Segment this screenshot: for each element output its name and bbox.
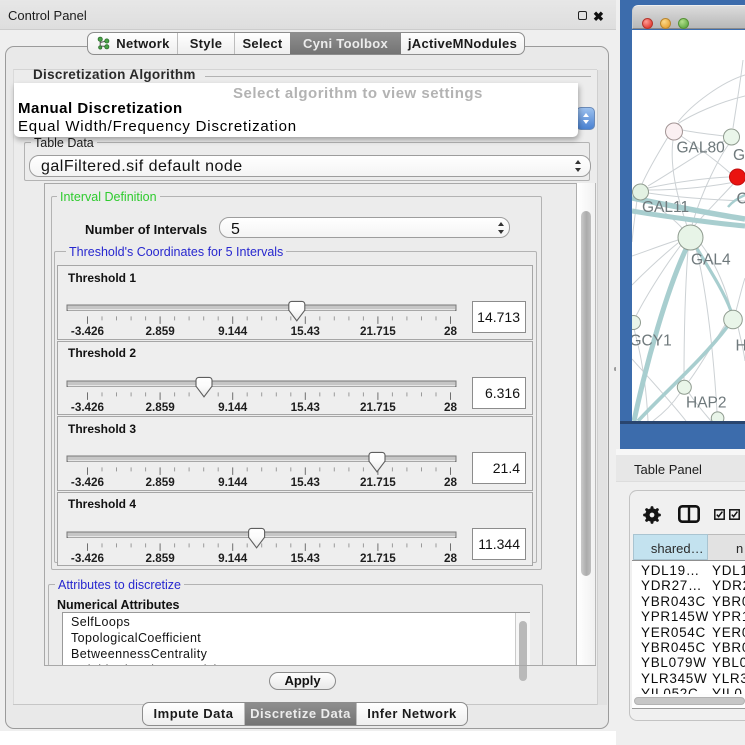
svg-text:GAL80: GAL80 bbox=[677, 140, 726, 157]
svg-text:-3.426: -3.426 bbox=[71, 552, 105, 565]
svg-text:-3.426: -3.426 bbox=[71, 325, 105, 338]
svg-text:28: 28 bbox=[444, 401, 458, 414]
svg-text:21.715: 21.715 bbox=[360, 401, 396, 414]
svg-text:-3.426: -3.426 bbox=[71, 401, 105, 414]
svg-text:H: H bbox=[736, 338, 745, 355]
svg-text:GAL11: GAL11 bbox=[642, 199, 689, 216]
svg-text:15.43: 15.43 bbox=[291, 401, 321, 414]
svg-text:HAP2: HAP2 bbox=[686, 395, 727, 412]
svg-text:2.859: 2.859 bbox=[145, 476, 175, 489]
svg-text:GCY1: GCY1 bbox=[632, 333, 672, 350]
svg-text:9.144: 9.144 bbox=[218, 325, 248, 338]
svg-text:21.715: 21.715 bbox=[360, 325, 396, 338]
svg-text:9.144: 9.144 bbox=[218, 552, 248, 565]
svg-text:15.43: 15.43 bbox=[291, 476, 321, 489]
svg-text:9.144: 9.144 bbox=[218, 476, 248, 489]
svg-text:15.43: 15.43 bbox=[291, 325, 321, 338]
svg-text:-3.426: -3.426 bbox=[71, 476, 105, 489]
svg-text:GAL4: GAL4 bbox=[691, 252, 731, 269]
svg-text:2.859: 2.859 bbox=[145, 325, 175, 338]
svg-text:21.715: 21.715 bbox=[360, 552, 396, 565]
svg-text:28: 28 bbox=[444, 552, 458, 565]
svg-text:28: 28 bbox=[444, 476, 458, 489]
svg-text:9.144: 9.144 bbox=[218, 401, 248, 414]
svg-text:28: 28 bbox=[444, 325, 458, 338]
svg-text:2.859: 2.859 bbox=[145, 401, 175, 414]
svg-text:GA: GA bbox=[733, 147, 745, 164]
svg-text:21.715: 21.715 bbox=[360, 476, 396, 489]
svg-text:15.43: 15.43 bbox=[291, 552, 321, 565]
svg-text:C: C bbox=[737, 191, 745, 208]
svg-text:2.859: 2.859 bbox=[145, 552, 175, 565]
